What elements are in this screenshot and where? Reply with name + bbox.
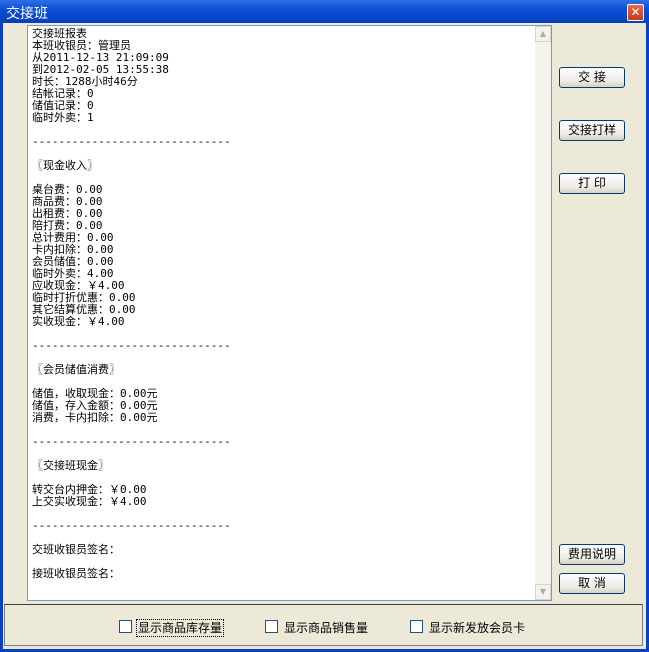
title-bar[interactable]: 交接班 ✕ <box>0 0 649 23</box>
report-line: 商品费：0.00 <box>32 195 103 208</box>
checkbox-icon[interactable] <box>119 620 132 633</box>
show-stock-checkbox[interactable]: 显示商品库存量 <box>119 619 225 637</box>
report-line: 出租费：0.00 <box>32 207 103 220</box>
window-client-area: 交接班报表 本班收银员：管理员 从2011-12-13 21:09:09 到2012-… <box>3 23 646 649</box>
checkbox-icon[interactable] <box>410 620 423 633</box>
report-line: ------------------------------ <box>32 339 231 352</box>
report-line: 〖现金收入〗 <box>32 159 98 172</box>
report-line: 接班收银员签名： <box>32 567 120 580</box>
show-new-cards-checkbox[interactable]: 显示新发放会员卡 <box>410 619 525 635</box>
scroll-down-icon[interactable]: ▼ <box>535 584 551 600</box>
show-sales-checkbox[interactable]: 显示商品销售量 <box>265 619 368 635</box>
options-panel: 显示商品库存量 显示商品销售量 显示新发放会员卡 <box>4 604 643 646</box>
report-line: 储值记录：0 <box>32 99 94 112</box>
report-content: 交接班报表 本班收银员：管理员 从2011-12-13 21:09:09 到2012-… <box>32 28 530 598</box>
vertical-scrollbar[interactable]: ▲ ▼ <box>535 26 551 600</box>
report-textbox[interactable]: 交接班报表 本班收银员：管理员 从2011-12-13 21:09:09 到2012-… <box>27 25 552 601</box>
fee-explain-button[interactable]: 费用说明 <box>559 544 625 565</box>
report-line: ------------------------------ <box>32 519 231 532</box>
show-new-cards-label: 显示新发放会员卡 <box>429 621 526 635</box>
report-line <box>32 148 530 160</box>
report-line: ------------------------------ <box>32 135 231 148</box>
report-line: 〖会员储值消费〗 <box>32 363 120 376</box>
report-line: 时长：1288小时46分 <box>32 75 138 88</box>
handover-print-button[interactable]: 交接打样 <box>559 120 625 141</box>
show-stock-label: 显示商品库存量 <box>135 619 225 637</box>
report-line: 实收现金：￥4.00 <box>32 315 125 328</box>
checkbox-icon[interactable] <box>265 620 278 633</box>
handover-window: 交接班 ✕ 交接班报表 本班收银员：管理员 从2011-12-13 21:09:09… <box>0 0 649 652</box>
report-line: 上交实收现金：￥4.00 <box>32 495 147 508</box>
report-line: 〖交接班现金〗 <box>32 459 109 472</box>
window-title: 交接班 <box>6 6 48 22</box>
cancel-button[interactable]: 取 消 <box>559 573 625 594</box>
report-line: ------------------------------ <box>32 435 231 448</box>
report-line: 交班收银员签名： <box>32 543 120 556</box>
close-button[interactable]: ✕ <box>627 4 644 21</box>
report-line: 消费，卡内扣除：0.00元 <box>32 411 158 424</box>
show-sales-label: 显示商品销售量 <box>284 621 369 635</box>
handover-button[interactable]: 交 接 <box>559 67 625 88</box>
report-line <box>32 172 530 184</box>
print-button[interactable]: 打 印 <box>559 173 625 194</box>
scroll-up-icon[interactable]: ▲ <box>535 26 551 42</box>
report-line: 临时外卖：1 <box>32 111 94 124</box>
report-line: 结帐记录：0 <box>32 87 94 100</box>
report-line: 桌台费：0.00 <box>32 183 103 196</box>
